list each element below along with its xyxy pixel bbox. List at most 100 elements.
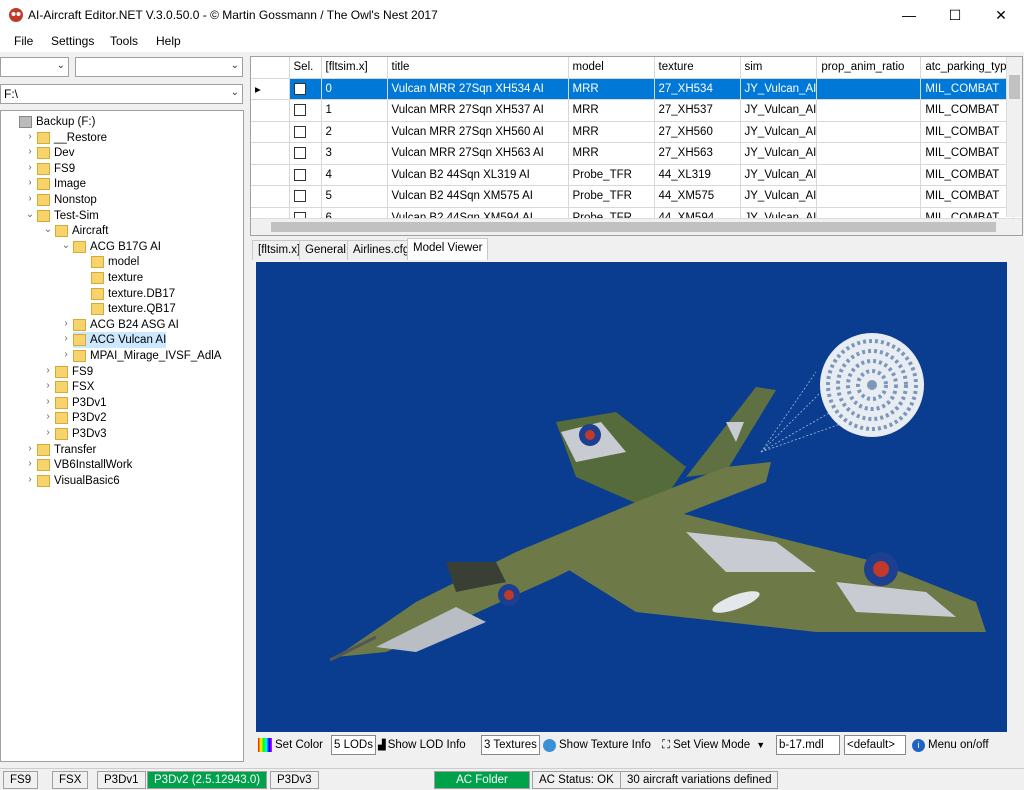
horizontal-scrollbar[interactable] [251, 218, 1022, 235]
row-header-cell[interactable] [251, 142, 290, 165]
expand-right-icon[interactable]: › [25, 146, 35, 157]
tree-node[interactable]: Test-Sim [37, 208, 99, 224]
table-cell[interactable]: Vulcan B2 44Sqn XM575 AI [387, 185, 569, 208]
tree-node[interactable]: VisualBasic6 [37, 473, 120, 489]
table-cell[interactable]: Vulcan MRR 27Sqn XH560 AI [387, 121, 569, 143]
tree-node[interactable]: __Restore [37, 130, 107, 146]
current-row-arrow-icon[interactable]: ▸ [251, 78, 290, 100]
folder-tree[interactable]: Backup (F:) __Restore › Dev › FS9 › Image › Nonst… [0, 110, 244, 762]
tree-node[interactable]: FS9 [55, 364, 93, 380]
table-cell[interactable]: MIL_COMBAT [920, 99, 1014, 122]
tree-node[interactable]: P3Dv2 [55, 410, 107, 426]
row-header-cell[interactable] [251, 99, 290, 122]
tree-node[interactable]: Image [37, 176, 86, 192]
expand-down-icon[interactable]: ⌄ [25, 209, 35, 220]
tree-node[interactable]: texture.DB17 [91, 286, 175, 302]
table-cell[interactable]: 0 [321, 78, 388, 100]
drive-select[interactable]: F:\ ⌄ [0, 84, 243, 104]
table-cell[interactable] [816, 99, 922, 122]
expand-right-icon[interactable]: › [61, 333, 71, 344]
expand-right-icon[interactable]: › [43, 380, 53, 391]
table-cell[interactable]: MRR [568, 142, 655, 165]
table-cell[interactable]: JY_Vulcan_AI [740, 142, 818, 165]
table-cell[interactable]: 44_XL319 [654, 164, 741, 186]
col-header-sel[interactable]: Sel. [289, 57, 322, 79]
row-header-cell[interactable] [251, 185, 290, 208]
tree-node[interactable]: VB6InstallWork [37, 457, 132, 473]
ac-folder-status[interactable]: AC Folder [434, 771, 530, 789]
table-cell[interactable]: 27_XH534 [654, 78, 741, 100]
menu-settings[interactable]: Settings [51, 34, 94, 48]
expand-right-icon[interactable]: › [25, 177, 35, 188]
select-checkbox[interactable] [293, 125, 306, 138]
col-header-texture[interactable]: texture [654, 57, 741, 79]
table-cell[interactable]: MRR [568, 121, 655, 143]
table-cell[interactable]: Probe_TFR [568, 185, 655, 208]
texture-select-field[interactable]: <default> [844, 735, 906, 755]
table-cell[interactable]: Vulcan MRR 27Sqn XH534 AI [387, 78, 569, 100]
set-view-mode-button[interactable]: ⛶ Set View Mode ▼ [660, 735, 767, 755]
table-cell[interactable]: MIL_COMBAT [920, 164, 1014, 186]
tab-model-viewer[interactable]: Model Viewer [407, 238, 489, 260]
table-cell[interactable]: Probe_TFR [568, 164, 655, 186]
select-checkbox[interactable] [293, 82, 306, 95]
tree-node[interactable]: model [91, 254, 139, 270]
table-cell[interactable] [816, 78, 922, 100]
col-header-model[interactable]: model [568, 57, 655, 79]
table-cell[interactable]: Vulcan MRR 27Sqn XH563 AI [387, 142, 569, 165]
status-sim-p3dv1[interactable]: P3Dv1 [97, 771, 146, 789]
table-row[interactable]: 1 Vulcan MRR 27Sqn XH537 AI MRR 27_XH537 JY_… [251, 99, 1014, 122]
table-row[interactable]: 2 Vulcan MRR 27Sqn XH560 AI MRR 27_XH560 JY_… [251, 121, 1014, 143]
table-row[interactable]: 5 Vulcan B2 44Sqn XM575 AI Probe_TFR 44_XM5… [251, 185, 1014, 208]
scrollbar-thumb[interactable] [1009, 75, 1020, 99]
table-cell[interactable]: 1 [321, 99, 388, 122]
tab-general[interactable]: General [299, 240, 352, 260]
expand-right-icon[interactable]: › [25, 458, 35, 469]
select-checkbox[interactable] [293, 147, 306, 160]
set-color-button[interactable]: Set Color [256, 735, 325, 755]
expand-right-icon[interactable]: › [43, 427, 53, 438]
tree-node[interactable]: P3Dv1 [55, 395, 107, 411]
expand-right-icon[interactable]: › [43, 396, 53, 407]
select-checkbox[interactable] [293, 190, 306, 203]
tree-node[interactable]: FS9 [37, 161, 75, 177]
expand-right-icon[interactable]: › [61, 349, 71, 360]
tree-node[interactable]: ACG B24 ASG AI [73, 317, 179, 333]
tree-node[interactable]: Aircraft [55, 223, 108, 239]
tree-node[interactable]: Dev [37, 145, 74, 161]
table-cell[interactable]: MIL_COMBAT [920, 78, 1014, 100]
expand-right-icon[interactable]: › [25, 131, 35, 142]
tree-node[interactable]: ACG B17G AI [73, 239, 161, 255]
table-cell[interactable]: JY_Vulcan_AI [740, 121, 818, 143]
table-cell[interactable]: MIL_COMBAT [920, 142, 1014, 165]
maximize-button[interactable]: ☐ [932, 0, 978, 30]
tree-node[interactable]: FSX [55, 379, 94, 395]
expand-right-icon[interactable]: › [25, 443, 35, 454]
aircraft-grid[interactable]: Sel. [fltsim.x] title model texture sim … [250, 56, 1023, 236]
model-file-field[interactable]: b-17.mdl [776, 735, 840, 755]
tree-node[interactable]: texture.QB17 [91, 301, 176, 317]
tree-node[interactable]: Backup (F:) [19, 114, 95, 130]
expand-down-icon[interactable]: ⌄ [43, 224, 53, 235]
model-viewer-canvas[interactable] [256, 262, 1007, 732]
menu-toggle-button[interactable]: i Menu on/off [910, 735, 991, 755]
menu-help[interactable]: Help [156, 34, 181, 48]
table-cell[interactable]: 5 [321, 185, 388, 208]
table-row[interactable]: ▸ 0 Vulcan MRR 27Sqn XH534 AI MRR 27_XH534 JY… [251, 78, 1014, 100]
tree-node[interactable]: texture [91, 270, 143, 286]
table-cell[interactable]: 27_XH560 [654, 121, 741, 143]
table-cell[interactable]: MIL_COMBAT [920, 121, 1014, 143]
minimize-button[interactable]: — [886, 0, 932, 30]
table-row[interactable]: 3 Vulcan MRR 27Sqn XH563 AI MRR 27_XH563 JY_… [251, 142, 1014, 165]
row-header-cell[interactable] [251, 164, 290, 186]
table-cell[interactable]: 27_XH563 [654, 142, 741, 165]
col-header-prop-anim-ratio[interactable]: prop_anim_ratio [816, 57, 922, 79]
table-cell[interactable]: 3 [321, 142, 388, 165]
tab-airlines-cfg[interactable]: Airlines.cfg [347, 240, 416, 260]
tree-node[interactable]: Transfer [37, 442, 96, 458]
col-header-sim[interactable]: sim [740, 57, 818, 79]
expand-right-icon[interactable]: › [43, 365, 53, 376]
table-cell[interactable]: MIL_COMBAT [920, 185, 1014, 208]
table-cell[interactable] [816, 185, 922, 208]
table-cell[interactable]: 27_XH537 [654, 99, 741, 122]
